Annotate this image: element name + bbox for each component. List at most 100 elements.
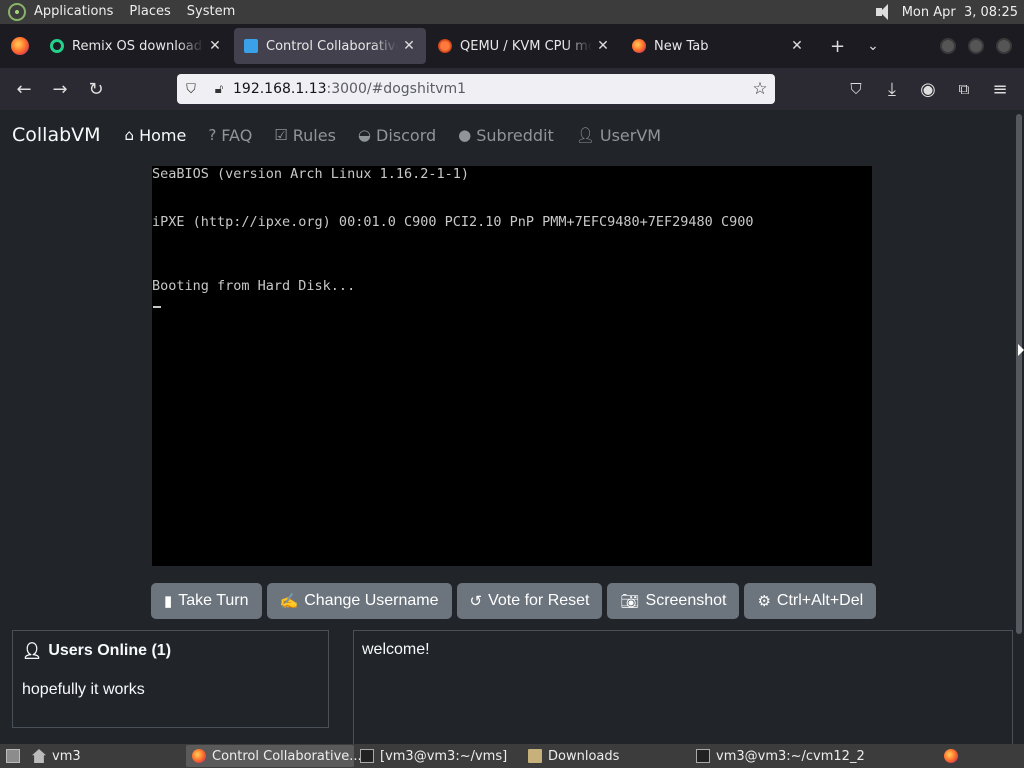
- user-icon: 👤︎: [22, 643, 43, 660]
- show-desktop-button[interactable]: [0, 745, 26, 767]
- taskbar-label: [vm3@vm3:~/vms]: [380, 748, 508, 764]
- tab-title: Control Collaborative V: [266, 38, 398, 54]
- volume-icon[interactable]: [874, 4, 894, 20]
- gnome-foot-icon[interactable]: [8, 3, 26, 21]
- top-panel: Applications Places System Mon Apr 3, 08…: [0, 0, 1024, 24]
- close-window-icon[interactable]: [996, 38, 1012, 54]
- taskbar-item-vm3[interactable]: vm3: [26, 745, 186, 767]
- close-icon[interactable]: ✕: [596, 38, 610, 54]
- menu-applications[interactable]: Applications: [26, 0, 121, 24]
- console-line: SeaBIOS (version Arch Linux 1.16.2-1-1): [152, 166, 469, 182]
- button-label: Take Turn: [178, 592, 249, 609]
- button-label: Vote for Reset: [488, 592, 590, 609]
- console-line: Booting from Hard Disk...: [152, 278, 356, 294]
- taskbar-label: vm3: [52, 748, 81, 764]
- nav-faq[interactable]: ? FAQ: [208, 126, 252, 145]
- clock[interactable]: Mon Apr 3, 08:25: [902, 5, 1018, 20]
- taskbar-label: vm3@vm3:~/cvm12_2: [716, 748, 865, 764]
- tab-qemu[interactable]: QEMU / KVM CPU mo ✕: [428, 28, 620, 64]
- users-online-header: 👤︎ Users Online (1): [22, 641, 171, 661]
- site-navbar: CollabVM ⌂ Home ? FAQ ☑ Rules ◒ Discord …: [12, 124, 683, 146]
- bookmark-star-icon[interactable]: ☆: [745, 79, 775, 99]
- taskbar-firefox-launcher[interactable]: [938, 745, 964, 767]
- url-path: :3000/#dogshitvm1: [326, 81, 467, 97]
- extensions-icon[interactable]: ⧉: [946, 71, 982, 107]
- chat-panel: welcome!: [353, 630, 1013, 744]
- close-icon[interactable]: ✕: [208, 38, 222, 54]
- users-online-panel: 👤︎ Users Online (1) hopefully it works: [12, 630, 329, 728]
- discord-icon: ◒: [357, 126, 372, 144]
- monitor-icon: [244, 39, 258, 53]
- nav-rules[interactable]: ☑ Rules: [274, 126, 336, 145]
- vm-control-buttons: ▮ Take Turn ✍ Change Username ↺ Vote for…: [151, 583, 877, 619]
- menu-places[interactable]: Places: [121, 0, 178, 24]
- qemu-icon: [438, 39, 452, 53]
- tab-title: Remix OS download la: [72, 38, 204, 54]
- user-list-item[interactable]: hopefully it works: [22, 681, 145, 699]
- mouse-icon: ▮: [164, 593, 173, 610]
- terminal-icon: [696, 749, 710, 763]
- back-arrow-icon[interactable]: ←: [6, 71, 42, 107]
- forward-arrow-icon[interactable]: →: [42, 71, 78, 107]
- url-host: 192.168.1.13: [233, 81, 327, 97]
- reload-icon[interactable]: ↻: [78, 71, 114, 107]
- menu-system[interactable]: System: [179, 0, 243, 24]
- firefox-icon: [11, 37, 29, 55]
- url-bar[interactable]: ⛉ 🔓︎ 192.168.1.13:3000/#dogshitvm1 ☆: [177, 74, 775, 104]
- close-icon[interactable]: ✕: [402, 38, 416, 54]
- nav-uservm[interactable]: 👤︎ UserVM: [576, 126, 661, 145]
- ctrl-alt-del-button[interactable]: ⚙ Ctrl+Alt+Del: [744, 583, 877, 619]
- chevron-down-icon[interactable]: ⌄: [867, 38, 879, 54]
- button-label: Change Username: [304, 592, 439, 609]
- page-scrollbar[interactable]: [1016, 114, 1022, 634]
- nav-home[interactable]: ⌂ Home: [125, 126, 187, 145]
- screenshot-button[interactable]: 📷︎ Screenshot: [607, 583, 740, 619]
- taskbar-item-terminal-cvm[interactable]: vm3@vm3:~/cvm12_2: [690, 745, 910, 767]
- minimize-window-icon[interactable]: [940, 38, 956, 54]
- new-tab-plus-icon[interactable]: +: [830, 36, 845, 57]
- tab-collabvm[interactable]: Control Collaborative V ✕: [234, 28, 426, 64]
- change-username-button[interactable]: ✍ Change Username: [266, 583, 452, 619]
- folder-icon: [528, 749, 542, 763]
- taskbar-item-downloads[interactable]: Downloads: [522, 745, 690, 767]
- nav-discord[interactable]: ◒ Discord: [358, 126, 436, 145]
- console-line: iPXE (http://ipxe.org) 00:01.0 C900 PCI2…: [152, 214, 754, 230]
- taskbar-label: Downloads: [548, 748, 620, 764]
- close-icon[interactable]: ✕: [790, 38, 804, 54]
- tab-title: QEMU / KVM CPU mo: [460, 38, 592, 54]
- nav-label: Subreddit: [476, 125, 554, 145]
- users-online-title: Users Online (1): [48, 642, 172, 659]
- tab-remix-os[interactable]: Remix OS download la ✕: [40, 28, 232, 64]
- nav-label: Rules: [292, 125, 336, 145]
- firefox-icon: [944, 749, 958, 763]
- taskbar-item-firefox[interactable]: Control Collaborative...: [186, 745, 362, 767]
- nav-label: Home: [139, 125, 187, 145]
- firefox-icon: [632, 39, 646, 53]
- pocket-icon[interactable]: ⛉: [838, 71, 874, 107]
- terminal-icon: [360, 749, 374, 763]
- shield-icon[interactable]: ⛉: [177, 82, 205, 97]
- user-icon: 👤︎: [575, 126, 595, 144]
- taskbar-item-terminal-vms[interactable]: [vm3@vm3:~/vms]: [354, 745, 522, 767]
- vm-display[interactable]: SeaBIOS (version Arch Linux 1.16.2-1-1) …: [152, 166, 872, 566]
- insecure-lock-icon[interactable]: 🔓︎: [205, 82, 233, 97]
- page-content: CollabVM ⌂ Home ? FAQ ☑ Rules ◒ Discord …: [0, 110, 1024, 744]
- text-cursor: [153, 306, 161, 308]
- take-turn-button[interactable]: ▮ Take Turn: [151, 583, 262, 619]
- maximize-window-icon[interactable]: [968, 38, 984, 54]
- download-icon[interactable]: ⤓: [874, 71, 910, 107]
- hamburger-menu-icon[interactable]: ≡: [982, 71, 1018, 107]
- tab-new-tab[interactable]: New Tab ✕: [622, 28, 814, 64]
- nav-label: UserVM: [599, 125, 662, 145]
- mouse-pointer-icon: [1018, 344, 1024, 356]
- brand-logo[interactable]: CollabVM: [12, 124, 101, 146]
- account-icon[interactable]: ◉: [910, 71, 946, 107]
- signature-icon: ✍: [279, 593, 299, 610]
- nav-label: Discord: [376, 125, 437, 145]
- firefox-icon: [192, 749, 206, 763]
- vote-reset-button[interactable]: ↺ Vote for Reset: [456, 583, 603, 619]
- reddit-icon: ●: [458, 126, 472, 144]
- firefox-view-button[interactable]: [0, 24, 40, 68]
- bottom-taskbar: vm3 Control Collaborative... [vm3@vm3:~/…: [0, 744, 1024, 768]
- nav-subreddit[interactable]: ● Subreddit: [458, 126, 554, 145]
